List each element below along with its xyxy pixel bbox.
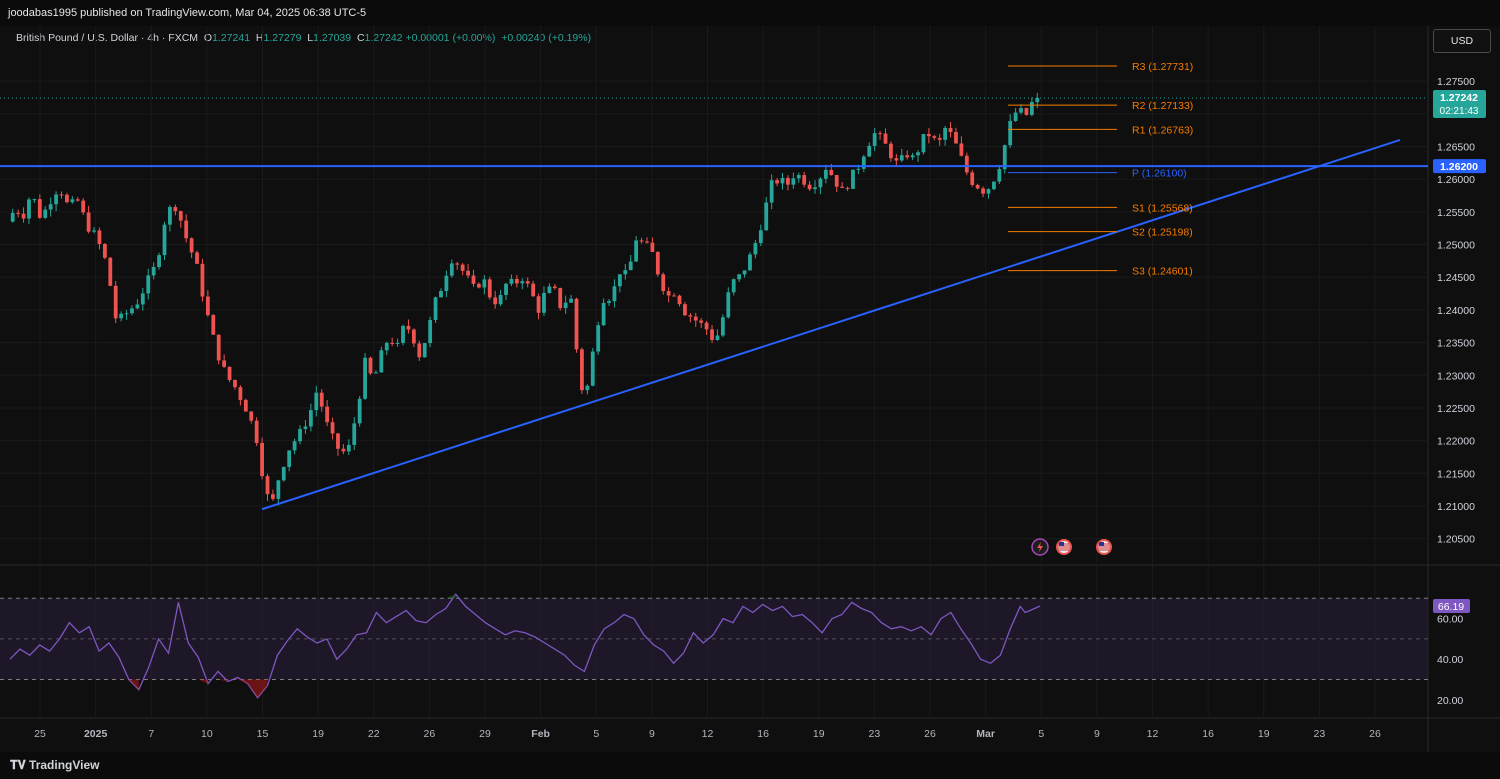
tradingview-brand: TradingView (29, 758, 100, 772)
chart-area[interactable] (0, 26, 1500, 752)
legend-close: 1.27242 (364, 32, 403, 44)
legend-open-label: O (203, 32, 213, 44)
legend-symbol: British Pound / U.S. Dollar · 4h · FXCM (16, 32, 199, 44)
footer-bar: 𝐓𝐕 TradingView (0, 752, 1500, 779)
legend-high: 1.27279 (263, 32, 302, 44)
legend-change-total: +0.00240 (+0.19%) (501, 32, 592, 44)
symbol-legend: British Pound / U.S. Dollar · 4h · FXCM … (16, 32, 591, 44)
tv-logo-icon: 𝐓𝐕 (10, 758, 30, 772)
tradingview-logo[interactable]: 𝐓𝐕 TradingView (10, 758, 100, 773)
publisher-text: joodabas1995 published on TradingView.co… (8, 7, 367, 19)
legend-change: +0.00001 (+0.00%) (405, 32, 496, 44)
legend-open: 1.27241 (212, 32, 251, 44)
publisher-bar: joodabas1995 published on TradingView.co… (0, 0, 1500, 26)
legend-close-label: C (356, 32, 365, 44)
legend-low: 1.27039 (313, 32, 352, 44)
currency-button[interactable]: USD (1433, 29, 1491, 53)
